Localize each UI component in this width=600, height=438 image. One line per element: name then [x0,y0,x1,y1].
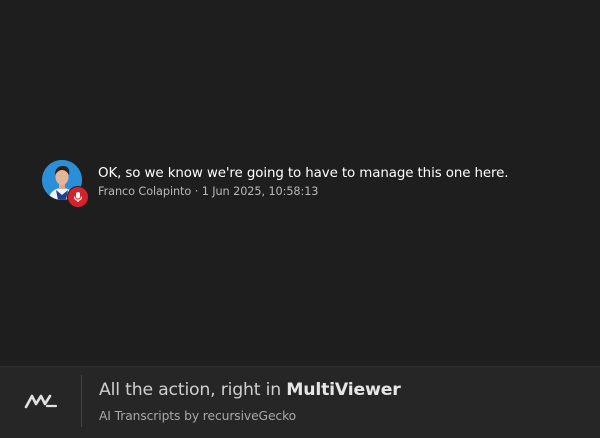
transcript-entry: OK, so we know we're going to have to ma… [42,160,509,208]
footer-title-prefix: All the action, right in [99,380,287,400]
meta-separator: · [191,185,202,198]
speaker-name: Franco Colapinto [98,185,192,198]
microphone-badge [67,186,89,208]
footer-divider [81,375,82,427]
branding-footer: All the action, right in MultiViewer AI … [0,366,600,438]
footer-subtitle: AI Transcripts by recursiveGecko [99,409,297,423]
message-timestamp: 1 Jun 2025, 10:58:13 [201,185,319,198]
footer-title: All the action, right in MultiViewer [99,380,401,400]
transcript-overlay: OK, so we know we're going to have to ma… [0,0,600,438]
multiviewer-logo-icon [23,391,59,411]
speaker-avatar-container [42,160,89,208]
transcript-text: OK, so we know we're going to have to ma… [98,160,509,199]
footer-title-brand: MultiViewer [286,380,401,400]
microphone-icon [73,192,83,202]
transcript-message: OK, so we know we're going to have to ma… [98,166,509,181]
transcript-meta: Franco Colapinto · 1 Jun 2025, 10:58:13 [98,185,508,199]
